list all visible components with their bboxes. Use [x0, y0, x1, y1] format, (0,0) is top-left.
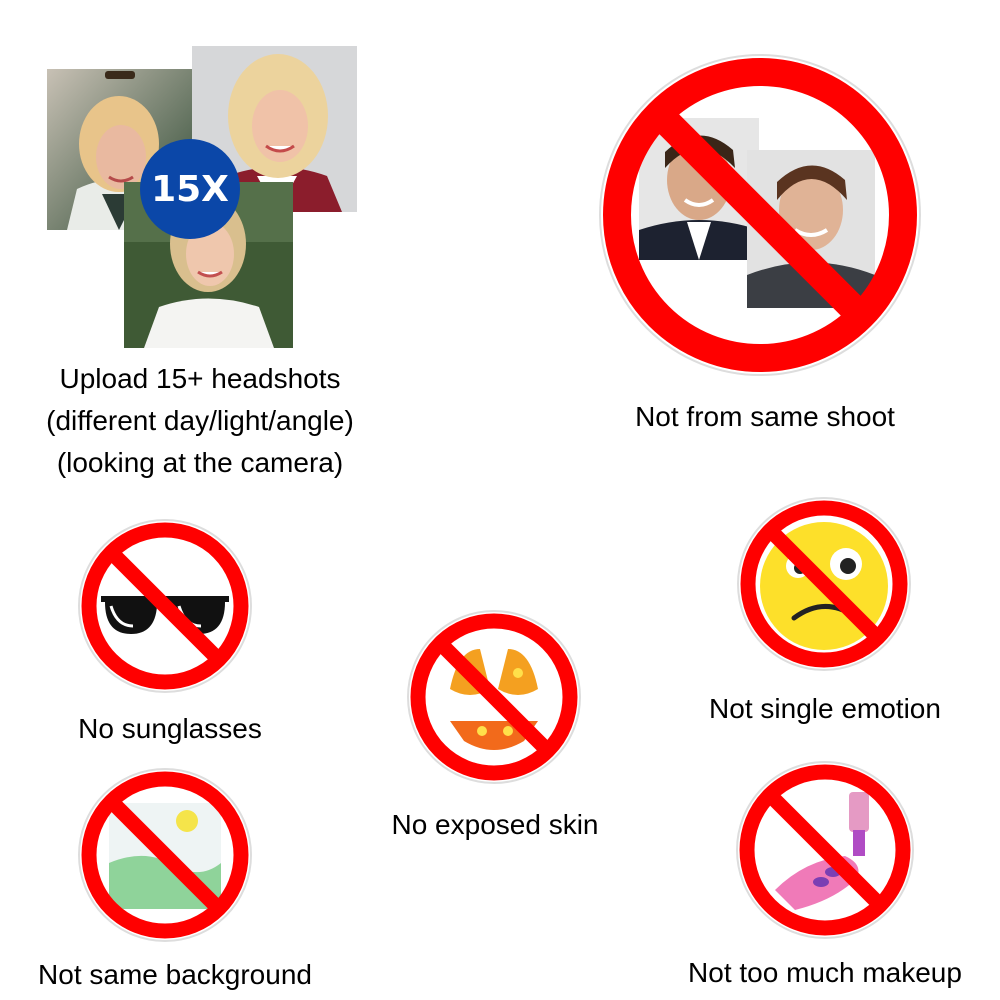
same-background-caption: Not same background — [38, 959, 312, 990]
upload-caption-line-3: (looking at the camera) — [56, 447, 344, 478]
upload-caption-line-1: Upload 15+ headshots — [59, 363, 341, 394]
makeup-caption: Not too much makeup — [688, 957, 962, 988]
exposed-skin-caption: No exposed skin — [391, 809, 599, 840]
makeup-prohibition-icon — [735, 760, 915, 940]
same-background-prohibition-icon — [77, 767, 253, 943]
single-emotion-prohibition-icon — [736, 496, 912, 672]
single-emotion-caption: Not single emotion — [709, 693, 941, 724]
upload-caption: Upload 15+ headshots (different day/ligh… — [0, 358, 400, 484]
sunglasses-caption: No sunglasses — [78, 713, 262, 744]
same-shoot-prohibition-icon — [595, 50, 925, 380]
same-shoot-caption: Not from same shoot — [635, 401, 895, 432]
upload-caption-line-2: (different day/light/angle) — [46, 405, 354, 436]
exposed-skin-prohibition-icon — [406, 609, 582, 785]
count-badge: 15X — [140, 139, 240, 239]
sunglasses-prohibition-icon — [77, 518, 253, 694]
